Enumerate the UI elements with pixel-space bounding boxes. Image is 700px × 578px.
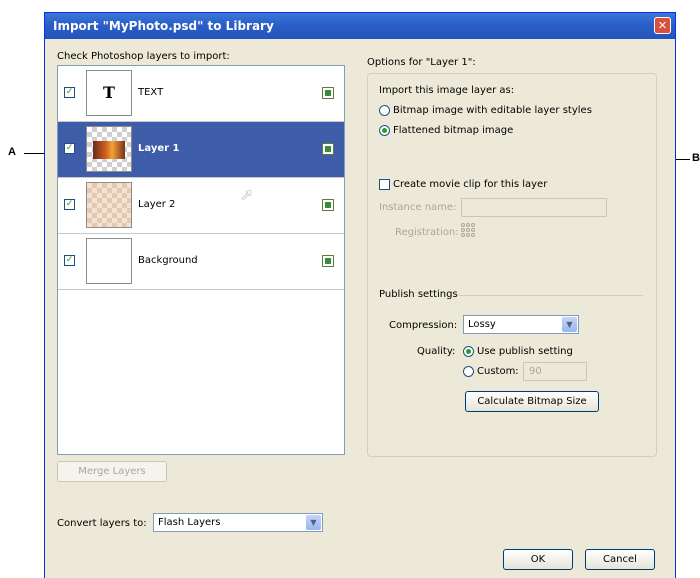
registration-grid-icon[interactable] bbox=[461, 223, 477, 239]
compression-value: Lossy bbox=[468, 319, 496, 330]
use-publish-label: Use publish setting bbox=[477, 346, 573, 357]
convert-layers-select[interactable]: Flash Layers ▼ bbox=[153, 513, 323, 532]
mouse-cursor-icon: ➚ bbox=[240, 185, 254, 204]
layer-name: Background bbox=[138, 255, 198, 266]
publish-divider bbox=[459, 295, 643, 296]
compression-label: Compression: bbox=[389, 320, 458, 331]
callout-b-line bbox=[676, 159, 690, 160]
callout-a-line bbox=[24, 153, 44, 154]
layer-thumbnail-text: T bbox=[86, 70, 132, 116]
cancel-button[interactable]: Cancel bbox=[585, 549, 655, 570]
publish-settings-title: Publish settings bbox=[379, 289, 458, 300]
layers-label: Check Photoshop layers to import: bbox=[57, 51, 230, 62]
convert-label: Convert layers to: bbox=[57, 518, 147, 529]
layer-checkbox-text[interactable]: ✓ bbox=[64, 87, 75, 98]
import-dialog: Import "MyPhoto.psd" to Library ✕ Check … bbox=[44, 12, 676, 578]
chevron-down-icon[interactable]: ▼ bbox=[306, 515, 321, 530]
layer-row-background[interactable]: ✓ Background bbox=[58, 234, 344, 290]
layers-list[interactable]: ✓ T TEXT ✓ Layer 1 ✓ Layer 2 ✓ Backgroun… bbox=[57, 65, 345, 455]
layer-options-icon[interactable] bbox=[322, 199, 334, 211]
close-icon[interactable]: ✕ bbox=[654, 17, 671, 34]
layer-checkbox-background[interactable]: ✓ bbox=[64, 255, 75, 266]
radio-flattened[interactable] bbox=[379, 125, 390, 136]
import-as-label: Import this image layer as: bbox=[379, 85, 515, 96]
convert-value: Flash Layers bbox=[158, 517, 221, 528]
callout-a: A bbox=[8, 146, 16, 158]
layer-row-layer-1[interactable]: ✓ Layer 1 bbox=[58, 122, 344, 178]
quality-label: Quality: bbox=[417, 346, 456, 357]
custom-quality-value: 90 bbox=[529, 366, 542, 377]
layer-row-layer-2[interactable]: ✓ Layer 2 bbox=[58, 178, 344, 234]
compression-select[interactable]: Lossy ▼ bbox=[463, 315, 579, 334]
layer-row-text[interactable]: ✓ T TEXT bbox=[58, 66, 344, 122]
custom-label: Custom: bbox=[477, 366, 519, 377]
radio-custom[interactable] bbox=[463, 366, 474, 377]
calculate-bitmap-size-button[interactable]: Calculate Bitmap Size bbox=[465, 391, 599, 412]
radio-bitmap-editable[interactable] bbox=[379, 105, 390, 116]
layer-thumbnail-layer-2 bbox=[86, 182, 132, 228]
radio-use-publish[interactable] bbox=[463, 346, 474, 357]
title-bar[interactable]: Import "MyPhoto.psd" to Library ✕ bbox=[45, 13, 675, 39]
custom-quality-field[interactable]: 90 bbox=[523, 362, 587, 381]
movie-clip-label: Create movie clip for this layer bbox=[393, 179, 548, 190]
layer-options-icon[interactable] bbox=[322, 143, 334, 155]
movie-clip-checkbox[interactable] bbox=[379, 179, 390, 190]
layer-options-icon[interactable] bbox=[322, 255, 334, 267]
layer-checkbox-layer-2[interactable]: ✓ bbox=[64, 199, 75, 210]
registration-label: Registration: bbox=[395, 227, 459, 238]
layer-thumbnail-background bbox=[86, 238, 132, 284]
radio-flattened-label: Flattened bitmap image bbox=[393, 125, 514, 136]
instance-name-field[interactable] bbox=[461, 198, 607, 217]
layer-name: TEXT bbox=[138, 87, 164, 98]
callout-b: B bbox=[692, 152, 700, 164]
ok-button[interactable]: OK bbox=[503, 549, 573, 570]
layer-thumbnail-layer-1 bbox=[86, 126, 132, 172]
layer-name: Layer 2 bbox=[138, 199, 176, 210]
options-title: Options for "Layer 1": bbox=[367, 57, 476, 68]
radio-bitmap-label: Bitmap image with editable layer styles bbox=[393, 105, 592, 116]
instance-name-label: Instance name: bbox=[379, 202, 457, 213]
layer-checkbox-layer-1[interactable]: ✓ bbox=[64, 143, 75, 154]
dialog-title: Import "MyPhoto.psd" to Library bbox=[53, 19, 274, 33]
merge-layers-button[interactable]: Merge Layers bbox=[57, 461, 167, 482]
layer-options-icon[interactable] bbox=[322, 87, 334, 99]
chevron-down-icon[interactable]: ▼ bbox=[562, 317, 577, 332]
layer-name: Layer 1 bbox=[138, 143, 180, 154]
